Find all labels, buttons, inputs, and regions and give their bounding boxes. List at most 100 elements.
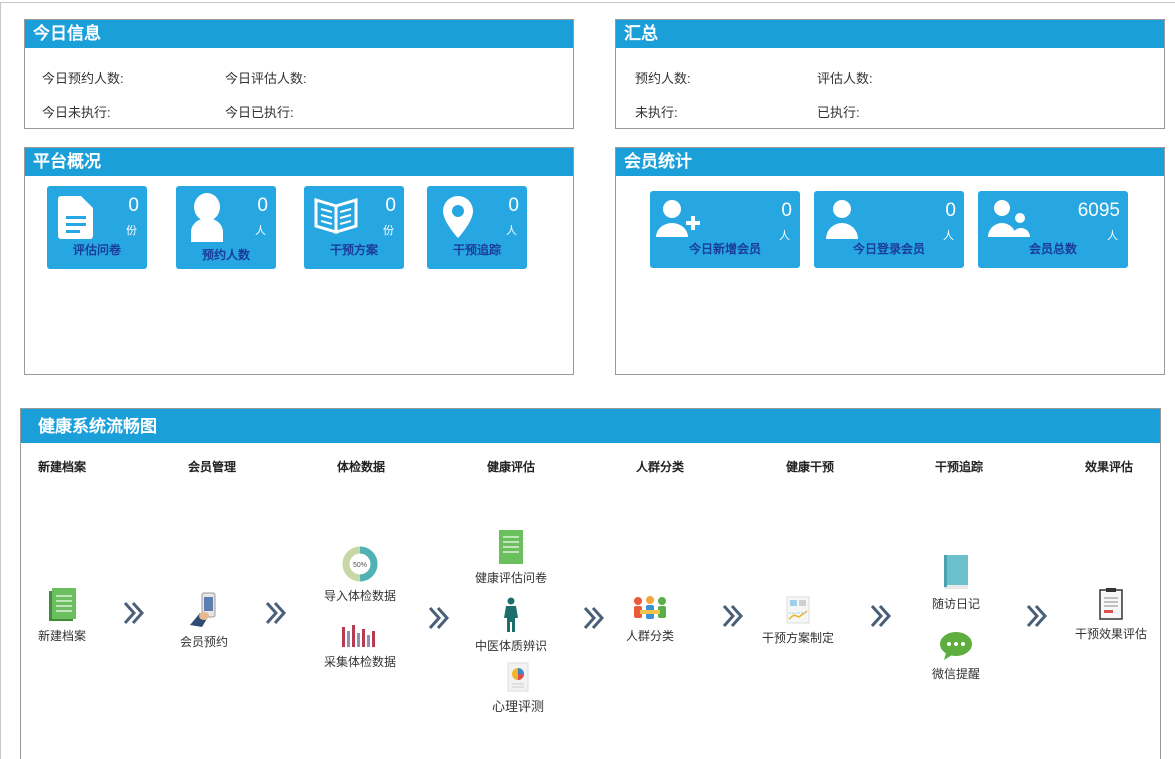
flow-crowd[interactable]: 人群分类 (595, 595, 705, 644)
today-booked-label: 今日预约人数: (42, 71, 124, 86)
flow-tcm-label: 中医体质辨识 (474, 639, 547, 653)
chevron-right-icon (265, 601, 287, 625)
chevron-right-icon (1026, 604, 1048, 628)
body-figure-icon (504, 597, 518, 632)
tile-total-members[interactable]: 6095 人 会员总数 (978, 191, 1128, 268)
step-member-mgmt: 会员管理 (187, 460, 236, 474)
tile-questionnaire-unit: 份 (126, 225, 137, 237)
today-info-title: 今日信息 (25, 20, 573, 48)
member-stats-panel: 会员统计 0 人 今日新增会员 0 人 今日登录会员 6095 人 会员总数 (615, 147, 1165, 375)
notebook-icon (944, 555, 968, 589)
add-user-icon (656, 200, 700, 237)
flow-collect-exam[interactable]: 采集体检数据 (305, 623, 415, 670)
step-new-file: 新建档案 (37, 460, 86, 474)
flow-import-exam-label: 导入体检数据 (323, 589, 396, 603)
health-flow-panel: 健康系统流畅图 新建档案 会员管理 体检数据 健康评估 人群分类 健康干预 干预… (20, 408, 1161, 759)
tile-questionnaire[interactable]: 0 份 评估问卷 (47, 186, 147, 269)
tile-questionnaire-label: 评估问卷 (72, 243, 121, 257)
flow-plan-label: 干预方案制定 (761, 631, 834, 645)
flow-wechat-label: 微信提醒 (931, 667, 980, 681)
tile-questionnaire-value: 0 (128, 195, 139, 216)
folder-stack-icon (49, 588, 76, 621)
psych-chart-icon (507, 662, 529, 692)
tile-new-members-label: 今日新增会员 (688, 242, 761, 256)
donut-chart-icon: 50% (342, 546, 378, 582)
step-crowd-classify: 人群分类 (635, 460, 684, 474)
flow-diary-label: 随访日记 (931, 597, 980, 611)
tile-new-members-value: 0 (781, 200, 792, 221)
summary-panel: 汇总 预约人数: 评估人数: 未执行: 已执行: (615, 19, 1165, 129)
tile-logged-members-label: 今日登录会员 (852, 242, 925, 256)
chevron-right-icon (123, 601, 145, 625)
phone-hand-icon (190, 592, 216, 627)
today-info-panel: 今日信息 今日预约人数: 今日评估人数: 今日未执行: 今日已执行: (24, 19, 574, 129)
platform-overview-title: 平台概况 (25, 148, 573, 176)
book-icon (314, 197, 358, 234)
plan-chart-icon (786, 596, 810, 624)
bar-chart-icon (342, 625, 375, 647)
tile-intervention-tracking-value: 0 (508, 195, 519, 216)
platform-overview-panel: 平台概况 0 份 评估问卷 0 人 预约人数 0 份 干预方案 0 人 干预追踪 (24, 147, 574, 375)
tile-appointments[interactable]: 0 人 预约人数 (176, 186, 276, 269)
step-effect: 效果评估 (1084, 460, 1133, 474)
flow-plan[interactable]: 干预方案制定 (743, 595, 853, 646)
document-icon (58, 196, 93, 239)
chevron-right-icon (428, 606, 450, 630)
donut-percent-label: 50% (353, 562, 367, 569)
summary-title: 汇总 (616, 20, 1164, 48)
tile-appointments-label: 预约人数 (201, 248, 250, 262)
flow-import-exam[interactable]: 50% 导入体检数据 (305, 545, 415, 604)
step-exam-data: 体检数据 (336, 460, 385, 474)
flow-questionnaire[interactable]: 健康评估问卷 (456, 529, 566, 586)
health-flow-title: 健康系统流畅图 (21, 409, 1160, 443)
person-icon (191, 193, 223, 242)
people-group-icon (634, 596, 666, 619)
tile-logged-members[interactable]: 0 人 今日登录会员 (814, 191, 964, 268)
member-stats-title: 会员统计 (616, 148, 1164, 176)
tile-intervention-plan[interactable]: 0 份 干预方案 (304, 186, 404, 269)
flow-wechat[interactable]: 微信提醒 (901, 631, 1011, 682)
tile-appointments-value: 0 (257, 195, 268, 216)
flow-psych[interactable]: 心理评测 (463, 662, 573, 715)
tile-total-members-label: 会员总数 (1028, 242, 1077, 256)
summary-booked-label: 预约人数: (635, 71, 691, 86)
flow-appointment[interactable]: 会员预约 (149, 591, 259, 650)
flow-questionnaire-label: 健康评估问卷 (474, 571, 547, 585)
map-pin-icon (443, 196, 473, 238)
chevron-right-icon (722, 604, 744, 628)
tile-new-members[interactable]: 0 人 今日新增会员 (650, 191, 800, 268)
step-health-assessment: 健康评估 (486, 460, 535, 474)
chat-bubble-icon (940, 632, 972, 660)
tile-intervention-tracking-unit: 人 (506, 225, 517, 237)
tile-logged-members-value: 0 (945, 200, 956, 221)
tile-intervention-plan-unit: 份 (383, 225, 394, 237)
summary-pending-label: 未执行: (635, 105, 678, 120)
users-icon (988, 200, 1030, 237)
step-tracking: 干预追踪 (934, 460, 983, 474)
today-done-label: 今日已执行: (225, 105, 294, 120)
tile-intervention-tracking[interactable]: 0 人 干预追踪 (427, 186, 527, 269)
tile-intervention-tracking-label: 干预追踪 (452, 243, 501, 257)
summary-done-label: 已执行: (817, 105, 860, 120)
flow-appointment-label: 会员预约 (179, 635, 228, 649)
flow-effect-label: 干预效果评估 (1074, 627, 1147, 641)
flow-psych-label: 心理评测 (491, 699, 544, 714)
user-icon (826, 200, 858, 239)
green-document-icon (499, 530, 523, 564)
chevron-right-icon (870, 604, 892, 628)
flow-collect-exam-label: 采集体检数据 (323, 655, 396, 669)
tile-intervention-plan-label: 干预方案 (329, 243, 378, 257)
flow-diary[interactable]: 随访日记 (901, 553, 1011, 612)
tile-appointments-unit: 人 (255, 225, 266, 237)
tile-total-members-value: 6095 (1077, 200, 1120, 221)
chevron-right-icon (583, 606, 605, 630)
flow-effect[interactable]: 干预效果评估 (1056, 587, 1166, 642)
flow-tcm[interactable]: 中医体质辨识 (456, 597, 566, 654)
summary-assessed-label: 评估人数: (817, 71, 873, 86)
flow-new-file[interactable]: 新建档案 (7, 587, 117, 644)
clipboard-icon (1099, 588, 1123, 620)
today-pending-label: 今日未执行: (42, 105, 111, 120)
flow-new-file-label: 新建档案 (37, 629, 86, 643)
flow-crowd-label: 人群分类 (625, 629, 674, 643)
step-intervention: 健康干预 (785, 460, 834, 474)
